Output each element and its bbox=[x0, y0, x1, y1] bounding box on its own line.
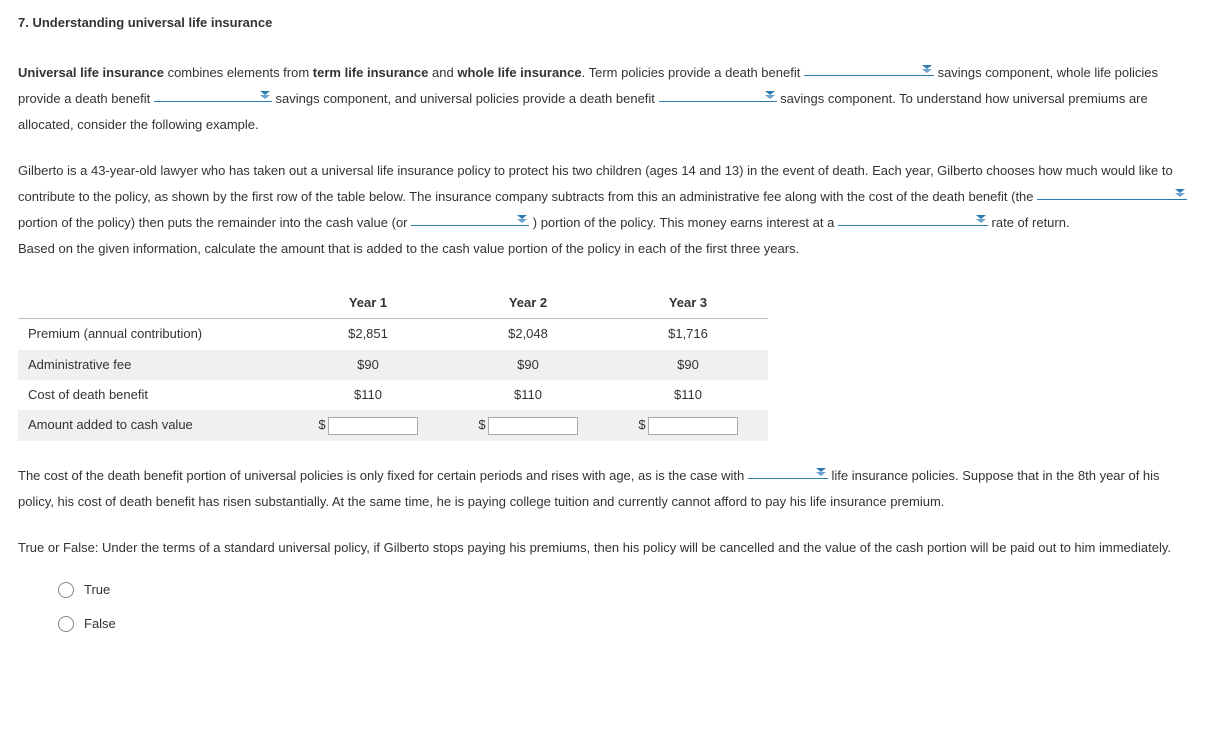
dropdown-cash-value-portion[interactable] bbox=[411, 209, 529, 226]
chevron-down-icon bbox=[260, 95, 270, 99]
row-label: Amount added to cash value bbox=[18, 410, 288, 441]
dropdown-universal-savings[interactable] bbox=[659, 85, 777, 102]
col-year2: Year 2 bbox=[448, 288, 608, 319]
cash-value-input-year2[interactable] bbox=[488, 417, 578, 435]
chevron-down-icon bbox=[816, 472, 826, 476]
col-blank bbox=[18, 288, 288, 319]
radio-option-true[interactable]: True bbox=[58, 581, 1197, 599]
dropdown-term-savings[interactable] bbox=[804, 59, 934, 76]
cell: $2,048 bbox=[448, 319, 608, 350]
cell-input: $ bbox=[608, 410, 768, 441]
intro-paragraph: Universal life insurance combines elemen… bbox=[18, 60, 1197, 138]
intro-text-1: combines elements from bbox=[164, 65, 313, 80]
col-year3: Year 3 bbox=[608, 288, 768, 319]
currency-prefix: $ bbox=[638, 417, 645, 432]
chevron-down-icon bbox=[922, 69, 932, 73]
currency-prefix: $ bbox=[478, 417, 485, 432]
row-label: Administrative fee bbox=[18, 350, 288, 380]
cell: $1,716 bbox=[608, 319, 768, 350]
cell-input: $ bbox=[288, 410, 448, 441]
scenario-text-1: Gilberto is a 43-year-old lawyer who has… bbox=[18, 163, 1173, 204]
radio-label: True bbox=[84, 581, 110, 599]
question-heading: 7. Understanding universal life insuranc… bbox=[18, 14, 1197, 32]
cell: $90 bbox=[448, 350, 608, 380]
intro-text-5: savings component, and universal policie… bbox=[276, 91, 659, 106]
dropdown-whole-savings[interactable] bbox=[154, 85, 272, 102]
radio-option-false[interactable]: False bbox=[58, 615, 1197, 633]
table-row: Administrative fee $90 $90 $90 bbox=[18, 350, 768, 380]
cell: $90 bbox=[608, 350, 768, 380]
intro-bold-2: term life insurance bbox=[313, 65, 429, 80]
table-row-input: Amount added to cash value $ $ $ bbox=[18, 410, 768, 441]
currency-prefix: $ bbox=[318, 417, 325, 432]
chevron-down-icon bbox=[976, 219, 986, 223]
dropdown-rate-of-return[interactable] bbox=[838, 209, 988, 226]
scenario-text-2: portion of the policy) then puts the rem… bbox=[18, 215, 411, 230]
cell: $110 bbox=[608, 380, 768, 410]
followup-text-1: The cost of the death benefit portion of… bbox=[18, 468, 748, 483]
cell: $110 bbox=[448, 380, 608, 410]
cash-value-input-year3[interactable] bbox=[648, 417, 738, 435]
cell: $90 bbox=[288, 350, 448, 380]
intro-bold-3: whole life insurance bbox=[457, 65, 581, 80]
cell: $110 bbox=[288, 380, 448, 410]
scenario-text-4: rate of return. bbox=[992, 215, 1070, 230]
radio-icon bbox=[58, 582, 74, 598]
row-label: Premium (annual contribution) bbox=[18, 319, 288, 350]
col-year1: Year 1 bbox=[288, 288, 448, 319]
followup-paragraph: The cost of the death benefit portion of… bbox=[18, 463, 1197, 515]
radio-icon bbox=[58, 616, 74, 632]
cell: $2,851 bbox=[288, 319, 448, 350]
dropdown-similar-policy-type[interactable] bbox=[748, 462, 828, 479]
row-label: Cost of death benefit bbox=[18, 380, 288, 410]
chevron-down-icon bbox=[517, 219, 527, 223]
intro-text-2: and bbox=[428, 65, 457, 80]
table-row: Premium (annual contribution) $2,851 $2,… bbox=[18, 319, 768, 350]
scenario-text-3: ) portion of the policy. This money earn… bbox=[533, 215, 838, 230]
true-false-prompt: True or False: Under the terms of a stan… bbox=[18, 535, 1197, 561]
intro-bold-1: Universal life insurance bbox=[18, 65, 164, 80]
table-row: Cost of death benefit $110 $110 $110 bbox=[18, 380, 768, 410]
scenario-paragraph: Gilberto is a 43-year-old lawyer who has… bbox=[18, 158, 1197, 262]
cash-value-input-year1[interactable] bbox=[328, 417, 418, 435]
chevron-down-icon bbox=[1175, 193, 1185, 197]
premium-table: Year 1 Year 2 Year 3 Premium (annual con… bbox=[18, 288, 768, 440]
chevron-down-icon bbox=[765, 95, 775, 99]
cell-input: $ bbox=[448, 410, 608, 441]
radio-label: False bbox=[84, 615, 116, 633]
dropdown-death-benefit-portion[interactable] bbox=[1037, 183, 1187, 200]
table-header-row: Year 1 Year 2 Year 3 bbox=[18, 288, 768, 319]
scenario-instruction: Based on the given information, calculat… bbox=[18, 241, 799, 256]
intro-text-3: . Term policies provide a death benefit bbox=[582, 65, 804, 80]
